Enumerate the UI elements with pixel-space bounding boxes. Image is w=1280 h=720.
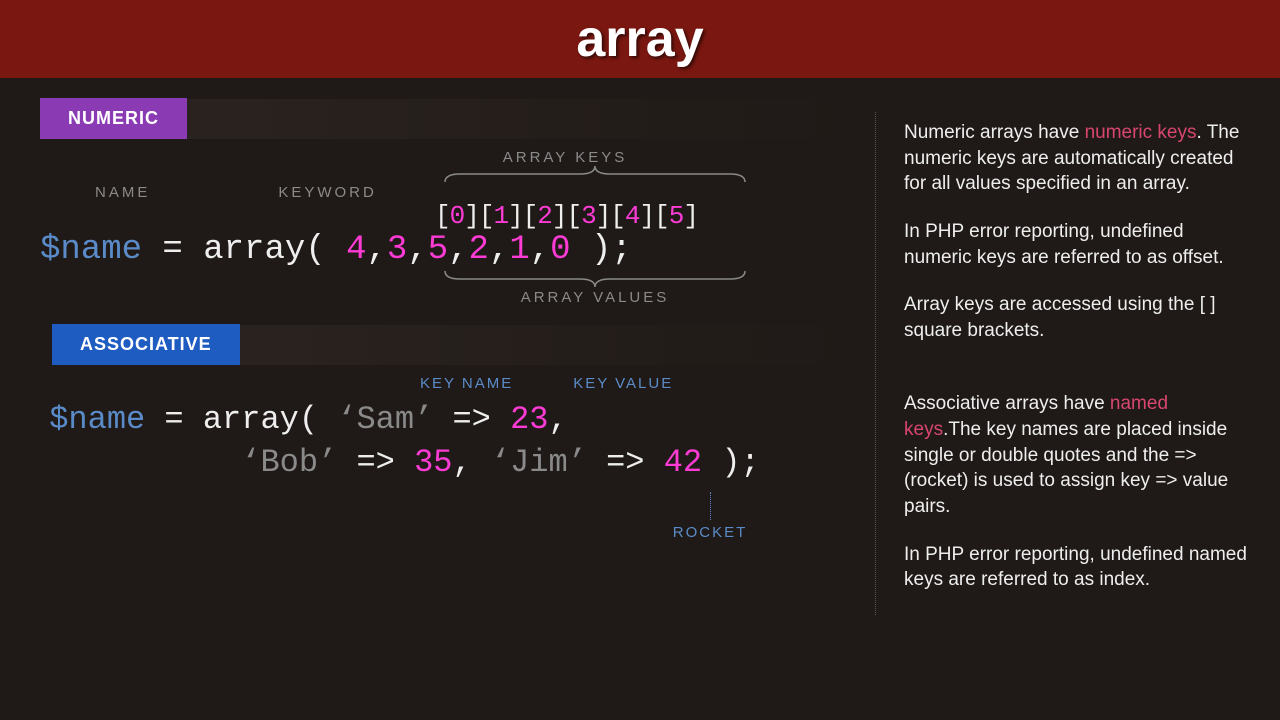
page-title: array: [576, 9, 703, 69]
key-value-label: KEY VALUE: [573, 375, 673, 392]
index-line: [0][1][2][3][4][5]: [435, 201, 855, 231]
left-panel: NUMERIC ARRAY KEYS NAME KEYWORD [0][1][2…: [0, 98, 875, 615]
array-keys-label: ARRAY KEYS: [465, 149, 665, 166]
keyword-label: KEYWORD: [278, 184, 377, 201]
associative-labels: KEY NAME KEY VALUE: [40, 375, 855, 392]
rocket-indicator: ROCKET: [680, 492, 740, 541]
desc-p3: Array keys are accessed using the [ ] sq…: [904, 292, 1250, 343]
associative-tab-row: ASSOCIATIVE: [40, 324, 855, 365]
numeric-top-labels: ARRAY KEYS: [40, 149, 855, 166]
right-panel: Numeric arrays have numeric keys. The nu…: [875, 112, 1280, 615]
name-label: NAME: [95, 184, 150, 201]
header-bar: array: [0, 0, 1280, 78]
numeric-tab: NUMERIC: [40, 98, 187, 139]
associative-tab: ASSOCIATIVE: [52, 324, 240, 365]
numeric-tab-row: NUMERIC: [40, 98, 855, 139]
numeric-code: $name = array( 4,3,5,2,1,0 );: [40, 231, 855, 269]
tab-fade: [187, 99, 855, 139]
desc-p2: In PHP error reporting, undefined numeri…: [904, 219, 1250, 270]
brace-top-icon: [440, 166, 750, 184]
key-name-label: KEY NAME: [420, 375, 513, 392]
desc-p4: Associative arrays have named keys.The k…: [904, 391, 1250, 519]
tab-fade: [240, 325, 855, 365]
dotted-line-icon: [710, 492, 711, 520]
associative-code: $name = array( ‘Sam’ => 23, ‘Bob’ => 35,…: [30, 398, 855, 484]
associative-section: ASSOCIATIVE KEY NAME KEY VALUE $name = a…: [40, 324, 855, 541]
array-values-label: ARRAY VALUES: [440, 289, 750, 306]
numeric-section: NUMERIC ARRAY KEYS NAME KEYWORD [0][1][2…: [40, 98, 855, 306]
rocket-label: ROCKET: [673, 524, 748, 541]
desc-p5: In PHP error reporting, undefined named …: [904, 542, 1250, 593]
brace-bottom-icon: [440, 269, 750, 287]
desc-p1: Numeric arrays have numeric keys. The nu…: [904, 120, 1250, 197]
main-content: NUMERIC ARRAY KEYS NAME KEYWORD [0][1][2…: [0, 78, 1280, 615]
